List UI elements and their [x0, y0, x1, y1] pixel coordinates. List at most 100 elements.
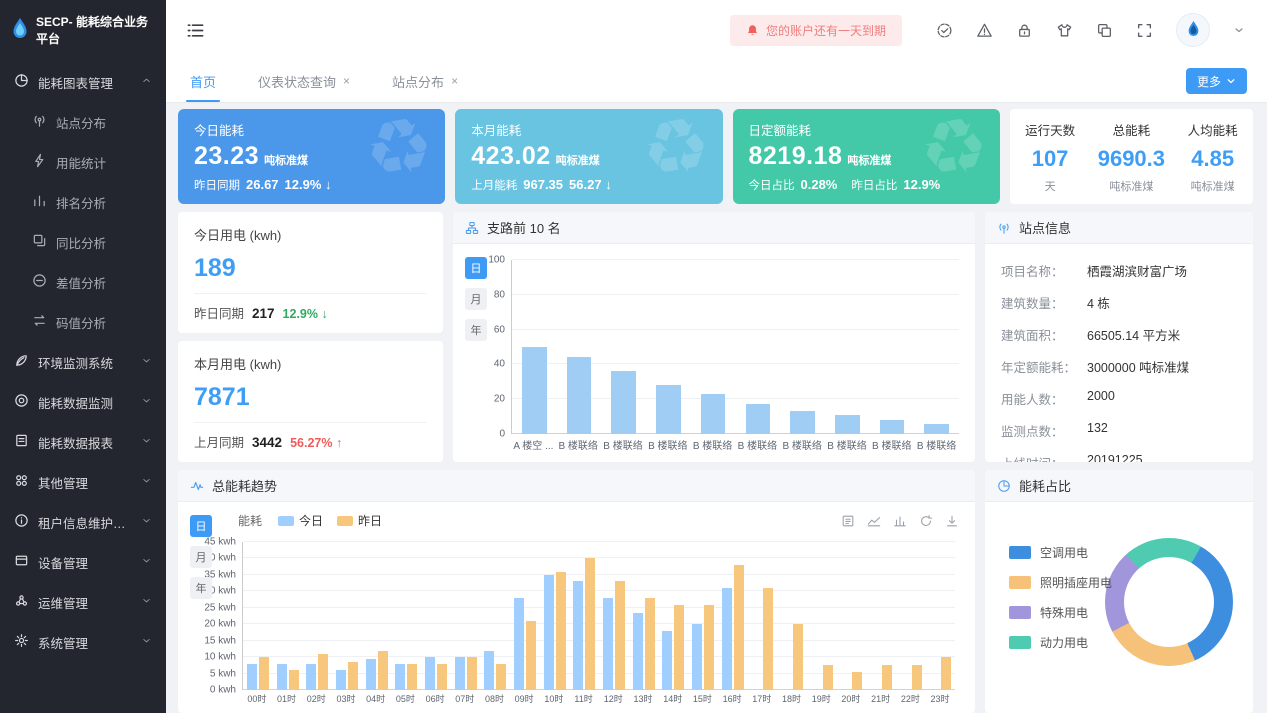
bar[interactable] [912, 665, 922, 690]
bar[interactable] [704, 605, 714, 691]
sidebar-subitem[interactable]: 差值分析 [0, 262, 166, 302]
pie-legend-item-照明插座用电[interactable]: 照明插座用电 [1009, 574, 1112, 591]
sidebar-item[interactable]: 设备管理 [0, 542, 166, 582]
sidebar-item[interactable]: 能耗图表管理 [0, 62, 166, 102]
bar[interactable] [425, 657, 435, 690]
bar[interactable] [522, 347, 547, 434]
pie-legend-item-空调用电[interactable]: 空调用电 [1009, 544, 1112, 561]
sidebar-subitem[interactable]: 用能统计 [0, 142, 166, 182]
bar[interactable] [556, 572, 566, 690]
pie-legend-item-动力用电[interactable]: 动力用电 [1009, 634, 1112, 651]
bar[interactable] [656, 385, 681, 434]
bar[interactable] [306, 664, 316, 690]
bar[interactable] [734, 565, 744, 690]
lock-icon[interactable] [1016, 22, 1033, 39]
sidebar-subitem[interactable]: 排名分析 [0, 182, 166, 222]
bar[interactable] [924, 424, 949, 434]
bar[interactable] [366, 659, 376, 690]
bar[interactable] [573, 581, 583, 690]
copy-pages-icon[interactable] [1096, 22, 1113, 39]
bar[interactable] [277, 664, 287, 690]
bar[interactable] [835, 415, 860, 434]
bar[interactable] [348, 662, 358, 690]
line-chart-icon[interactable] [867, 514, 881, 528]
legend-item-今日[interactable]: 今日 [278, 512, 323, 529]
sidebar-subitem[interactable]: 同比分析 [0, 222, 166, 262]
period-toggle-年[interactable]: 年 [465, 319, 487, 341]
legend-item-昨日[interactable]: 昨日 [337, 512, 382, 529]
fullscreen-icon[interactable] [1136, 22, 1153, 39]
bar[interactable] [378, 651, 388, 690]
collapse-sidebar-icon[interactable] [186, 21, 205, 40]
theme-shirt-icon[interactable] [1056, 22, 1073, 39]
user-menu-chevron-down-icon[interactable] [1233, 24, 1245, 36]
bar[interactable] [259, 657, 269, 690]
bar[interactable] [455, 657, 465, 690]
bar[interactable] [882, 665, 892, 690]
bar[interactable] [289, 670, 299, 690]
bar[interactable] [318, 654, 328, 690]
sidebar-item[interactable]: 租户信息维护管理 [0, 502, 166, 542]
period-toggle-月[interactable]: 月 [190, 546, 212, 568]
bar[interactable] [701, 394, 726, 434]
sidebar-item[interactable]: 环境监测系统 [0, 342, 166, 382]
bar[interactable] [692, 624, 702, 690]
sidebar-subitem[interactable]: 码值分析 [0, 302, 166, 342]
account-expiry-alert[interactable]: 您的账户还有一天到期 [730, 15, 902, 46]
bar[interactable] [395, 664, 405, 690]
bar-chart-icon[interactable] [893, 514, 907, 528]
bar[interactable] [544, 575, 554, 690]
bar[interactable] [674, 605, 684, 691]
bar[interactable] [645, 598, 655, 690]
period-toggle-年[interactable]: 年 [190, 577, 212, 599]
bar[interactable] [567, 357, 592, 434]
bar[interactable] [633, 613, 643, 690]
bar[interactable] [467, 657, 477, 690]
bar[interactable] [722, 588, 732, 690]
close-tab-icon[interactable]: × [343, 74, 350, 88]
sidebar-item[interactable]: 运维管理 [0, 582, 166, 622]
sidebar-item[interactable]: 能耗数据报表 [0, 422, 166, 462]
sidebar-item[interactable]: 系统管理 [0, 622, 166, 662]
bar[interactable] [603, 598, 613, 690]
more-button[interactable]: 更多 [1186, 68, 1247, 94]
bar[interactable] [823, 665, 833, 690]
period-toggle-日[interactable]: 日 [465, 257, 487, 279]
bar[interactable] [880, 420, 905, 434]
bar[interactable] [484, 651, 494, 690]
sidebar-item[interactable]: 能耗数据监测 [0, 382, 166, 422]
close-tab-icon[interactable]: × [451, 74, 458, 88]
bar[interactable] [746, 404, 771, 434]
bar[interactable] [662, 631, 672, 690]
sidebar-subitem[interactable]: 站点分布 [0, 102, 166, 142]
period-toggle-月[interactable]: 月 [465, 288, 487, 310]
bar[interactable] [941, 657, 951, 690]
bar[interactable] [407, 664, 417, 690]
bar[interactable] [437, 664, 447, 690]
user-avatar[interactable] [1176, 13, 1210, 47]
sidebar-item[interactable]: 其他管理 [0, 462, 166, 502]
pie-legend-item-特殊用电[interactable]: 特殊用电 [1009, 604, 1112, 621]
bar[interactable] [514, 598, 524, 690]
bar[interactable] [793, 624, 803, 690]
tab-仪表状态查询[interactable]: 仪表状态查询× [248, 60, 360, 102]
warning-icon[interactable] [976, 22, 993, 39]
data-view-icon[interactable] [841, 514, 855, 528]
refresh-icon[interactable] [919, 514, 933, 528]
energy-share-donut-chart[interactable] [1105, 538, 1233, 666]
bar[interactable] [763, 588, 773, 690]
bar[interactable] [852, 672, 862, 690]
bar[interactable] [615, 581, 625, 690]
bar[interactable] [496, 664, 506, 690]
period-toggle-日[interactable]: 日 [190, 515, 212, 537]
bar[interactable] [790, 411, 815, 434]
bar[interactable] [336, 670, 346, 690]
download-icon[interactable] [945, 514, 959, 528]
bar[interactable] [611, 371, 636, 434]
bar[interactable] [526, 621, 536, 690]
tab-站点分布[interactable]: 站点分布× [382, 60, 468, 102]
bar[interactable] [585, 558, 595, 690]
tab-首页[interactable]: 首页 [180, 60, 226, 102]
bar[interactable] [247, 664, 257, 690]
badge-check-icon[interactable] [936, 22, 953, 39]
